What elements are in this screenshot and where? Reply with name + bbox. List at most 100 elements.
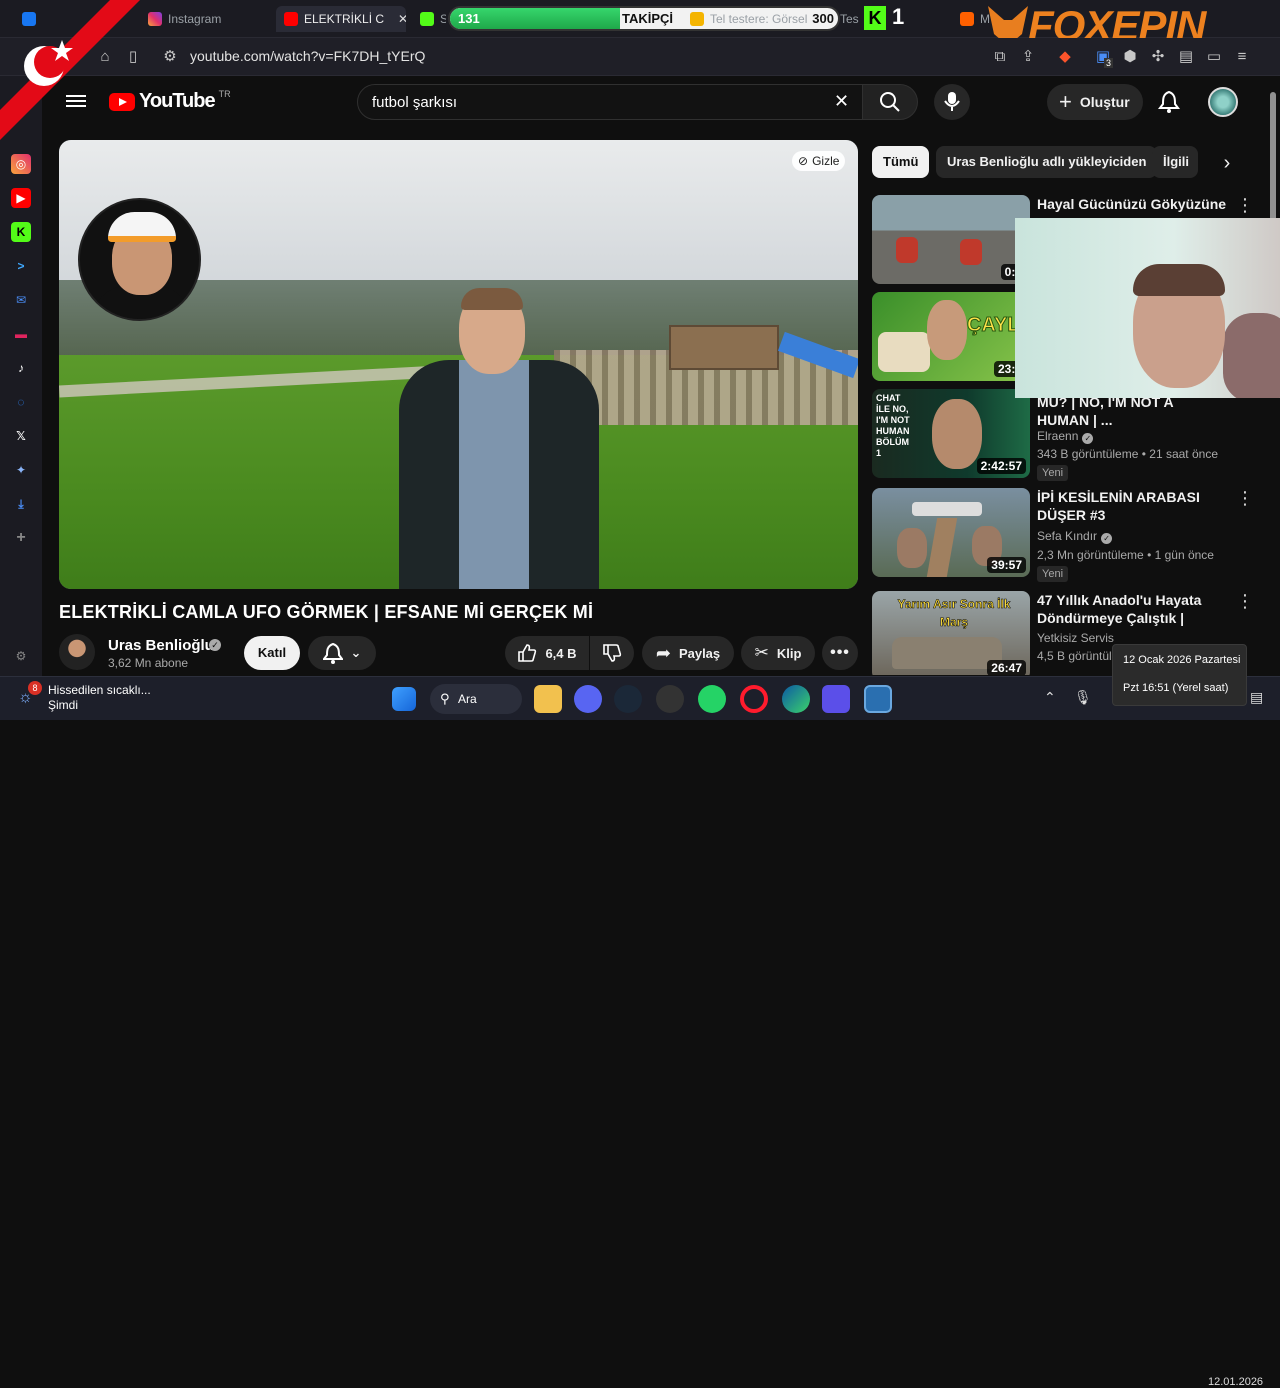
gamepad-icon[interactable]: ▬ bbox=[11, 324, 31, 344]
recommendation-title[interactable]: Hayal Gücünüzü Gökyüzüne bbox=[1037, 195, 1227, 213]
chevron-right-icon[interactable]: › bbox=[1212, 148, 1242, 178]
tab-label: ELEKTRİKLİ C bbox=[304, 12, 385, 26]
microphone-tray-icon[interactable]: 🎙 bbox=[1074, 689, 1092, 706]
tiktok-icon[interactable]: ♪ bbox=[11, 358, 31, 378]
prime-video-icon[interactable]: > bbox=[11, 256, 31, 276]
x-icon[interactable]: 𝕏 bbox=[11, 426, 31, 446]
menu-icon[interactable]: ≡ bbox=[1232, 47, 1252, 67]
edge-icon[interactable] bbox=[782, 685, 810, 713]
recommendation-title[interactable]: 47 Yıllık Anadol'u Hayata Döndürmeye Çal… bbox=[1037, 591, 1227, 629]
download-icon[interactable]: ⤓ bbox=[11, 494, 31, 514]
open-in-app-icon[interactable]: ⧉ bbox=[990, 47, 1010, 67]
bookmark-icon[interactable]: ▯ bbox=[123, 47, 143, 67]
tab-instagram[interactable]: Instagram bbox=[140, 6, 268, 32]
search-box[interactable]: ✕ bbox=[357, 84, 863, 120]
tab-youtube-active[interactable]: ELEKTRİKLİ C ✕ bbox=[276, 6, 406, 32]
chip-related[interactable]: İlgili bbox=[1152, 146, 1198, 178]
creator-facecam-bubble bbox=[78, 198, 201, 321]
create-button[interactable]: + Oluştur bbox=[1047, 84, 1143, 120]
tab-kick[interactable]: S bbox=[412, 6, 446, 32]
hide-overlay-button[interactable]: ⊘ Gizle bbox=[792, 151, 846, 171]
recommendation-item[interactable]: CHAT İLE NO, I'M NOT HUMAN BÖLÜM 1 2:42:… bbox=[872, 389, 1268, 485]
url-field[interactable]: youtube.com/watch?v=FK7DH_tYErQ bbox=[190, 48, 425, 64]
youtube-icon[interactable]: ▶ bbox=[11, 188, 31, 208]
recommendation-title[interactable]: MU? | NO, I'M NOT A HUMAN | ... bbox=[1037, 393, 1227, 429]
tab-hepsiburada[interactable]: M bbox=[952, 6, 992, 32]
weather-widget[interactable]: Hissedilen sıcaklı... Şimdi bbox=[48, 683, 151, 713]
home-icon[interactable]: ⌂ bbox=[95, 47, 115, 67]
obs-icon[interactable] bbox=[656, 685, 684, 713]
thumb-text: Yarım Asır Sonra İlk Marş bbox=[897, 597, 1011, 630]
video-thumbnail[interactable]: ÇAYL 23:0 bbox=[872, 292, 1030, 381]
extensions-puzzle-icon[interactable]: ✣ bbox=[1148, 47, 1168, 67]
hepsiburada-icon bbox=[960, 12, 974, 26]
more-vert-icon[interactable]: ⋮ bbox=[1236, 592, 1254, 610]
browser-active-icon[interactable] bbox=[864, 685, 892, 713]
video-thumbnail[interactable]: CHAT İLE NO, I'M NOT HUMAN BÖLÜM 1 2:42:… bbox=[872, 389, 1030, 478]
opera-icon[interactable] bbox=[740, 685, 768, 713]
windows-start-icon[interactable] bbox=[392, 687, 416, 711]
clip-button[interactable]: ✂ Klip bbox=[741, 636, 815, 670]
file-explorer-icon[interactable] bbox=[534, 685, 562, 713]
more-vert-icon[interactable]: ⋮ bbox=[1236, 489, 1254, 507]
like-button[interactable]: 6,4 B bbox=[505, 636, 589, 670]
youtube-logo[interactable]: YouTube TR bbox=[109, 89, 231, 113]
chip-from-uploader[interactable]: Uras Benlioğlu adlı yükleyiciden bbox=[936, 146, 1158, 178]
dislike-button[interactable] bbox=[590, 636, 634, 670]
search-button[interactable] bbox=[862, 84, 918, 120]
settings-gear-icon[interactable]: ⚙ bbox=[11, 646, 31, 666]
subscribed-bell-button[interactable]: ⌄ bbox=[308, 636, 376, 670]
recommendation-channel[interactable]: Yetkisiz Servis bbox=[1037, 631, 1114, 645]
video-thumbnail[interactable]: 0:1 bbox=[872, 195, 1030, 284]
account-avatar[interactable] bbox=[1208, 87, 1238, 117]
video-thumbnail[interactable]: 39:57 bbox=[872, 488, 1030, 577]
share-button[interactable]: ➦ Paylaş bbox=[642, 636, 734, 670]
channel-avatar[interactable] bbox=[59, 634, 95, 670]
tab-facebook[interactable] bbox=[14, 6, 60, 32]
recommendation-item[interactable]: 39:57 İPİ KESİLENİN ARABASI DÜŞER #3 Sef… bbox=[872, 488, 1268, 584]
browser-tab-bar: Instagram ELEKTRİKLİ C ✕ S 131 TAKİPÇİ 30… bbox=[0, 0, 1280, 49]
mail-icon[interactable]: ✉ bbox=[11, 290, 31, 310]
more-actions-button[interactable]: ••• bbox=[822, 636, 858, 670]
more-vert-icon[interactable]: ⋮ bbox=[1236, 196, 1254, 214]
hamburger-menu-icon[interactable] bbox=[66, 92, 86, 110]
brave-shield-icon[interactable]: ◆ bbox=[1055, 47, 1075, 67]
video-frame-presenter bbox=[399, 288, 599, 589]
close-tab-icon[interactable]: ✕ bbox=[398, 12, 406, 26]
taskbar-date[interactable]: 12.01.2026 bbox=[1208, 1376, 1263, 1388]
voice-search-button[interactable] bbox=[934, 84, 970, 120]
recommendation-channel[interactable]: Sefa Kındır ✓ bbox=[1037, 529, 1113, 544]
notification-center-icon[interactable]: ▤ bbox=[1250, 689, 1263, 706]
chevron-up-icon[interactable]: ⌃ bbox=[1044, 689, 1056, 706]
video-thumbnail[interactable]: Yarım Asır Sonra İlk Marş 26:47 bbox=[872, 591, 1030, 675]
recommendation-title[interactable]: İPİ KESİLENİN ARABASI DÜŞER #3 bbox=[1037, 488, 1227, 524]
discord-icon[interactable] bbox=[574, 685, 602, 713]
app-icon[interactable] bbox=[822, 685, 850, 713]
site-settings-icon[interactable]: ⚙ bbox=[160, 47, 180, 67]
kick-icon[interactable]: K bbox=[11, 222, 31, 242]
gemini-icon[interactable]: ✦ bbox=[11, 460, 31, 480]
clear-search-icon[interactable]: ✕ bbox=[834, 91, 849, 112]
share-icon[interactable]: ⇪ bbox=[1018, 47, 1038, 67]
notifications-bell-icon[interactable] bbox=[1158, 90, 1180, 114]
chip-all[interactable]: Tümü bbox=[872, 146, 930, 178]
join-button[interactable]: Katıl bbox=[244, 636, 300, 670]
chevron-down-icon: ⌄ bbox=[350, 645, 362, 660]
taskbar-search[interactable]: ⚲ Ara bbox=[430, 684, 522, 714]
channel-name[interactable]: Uras Benlioğlu bbox=[108, 637, 214, 654]
kick-badge-count: 1 bbox=[892, 4, 905, 29]
more-dots-icon: ••• bbox=[830, 644, 850, 661]
sidebar-toggle-icon[interactable]: ▤ bbox=[1176, 47, 1196, 67]
instagram-icon[interactable]: ◎ bbox=[11, 154, 31, 174]
whatsapp-icon[interactable] bbox=[698, 685, 726, 713]
add-panel-icon[interactable]: + bbox=[11, 528, 31, 548]
search-input[interactable] bbox=[372, 94, 812, 111]
video-player[interactable]: ⊘ Gizle bbox=[59, 140, 858, 589]
wallet-icon[interactable]: ▭ bbox=[1204, 47, 1224, 67]
messenger-icon[interactable]: ◌ bbox=[11, 392, 31, 412]
tab-tel-testere[interactable]: Tel testere: Görsel bbox=[682, 6, 810, 32]
tab-tes[interactable]: Tes bbox=[840, 6, 860, 32]
steam-icon[interactable] bbox=[614, 685, 642, 713]
recommendation-channel[interactable]: Elraenn ✓ bbox=[1037, 429, 1094, 444]
vpn-icon[interactable]: ⬢ bbox=[1120, 47, 1140, 67]
